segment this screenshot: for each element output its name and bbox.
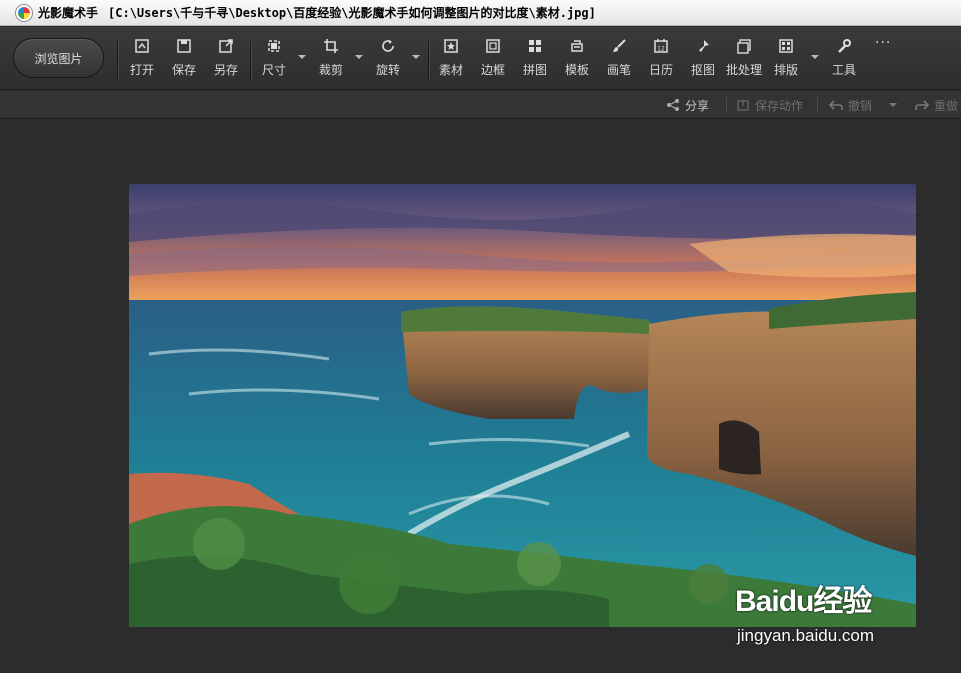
rotate-dropdown-arrow[interactable]	[412, 55, 420, 59]
resize-button[interactable]: 尺寸	[262, 37, 286, 83]
save-button[interactable]: 保存	[172, 37, 196, 83]
wrench-icon	[835, 37, 853, 55]
resize-dropdown-arrow[interactable]	[298, 55, 306, 59]
layout-dropdown-arrow[interactable]	[811, 55, 819, 59]
undo-button[interactable]: 撤销	[829, 91, 872, 119]
baidu-jingyan-watermark: Baidu经验 jingyan.baidu.com	[735, 570, 925, 650]
share-button[interactable]: 分享	[666, 91, 709, 119]
calendar-day-text: 12	[657, 46, 665, 53]
share-label: 分享	[685, 98, 710, 113]
main-toolbar: 浏览图片 打开 保存 另存 尺寸 裁剪 旋转 素材 边框 拼图 模板 画笔 12…	[0, 27, 961, 97]
cutout-button[interactable]: 抠图	[691, 37, 715, 83]
save-label: 保存	[172, 63, 197, 77]
material-label: 素材	[439, 63, 464, 77]
border-label: 边框	[481, 63, 506, 77]
collage-button[interactable]: 拼图	[523, 37, 547, 83]
save-action-button[interactable]: 保存动作	[736, 91, 803, 119]
resize-label: 尺寸	[262, 63, 287, 77]
calendar-button[interactable]: 12 日历	[649, 37, 673, 83]
share-icon	[667, 99, 679, 111]
rotate-icon	[379, 37, 397, 55]
template-icon	[568, 37, 586, 55]
baidu-logo-du: du	[778, 585, 815, 618]
batch-button[interactable]: 批处理	[726, 37, 762, 83]
coastal-cliffs-photo	[129, 184, 916, 627]
rotate-label: 旋转	[376, 63, 401, 77]
window-title-app: 光影魔术手	[38, 6, 99, 20]
template-button[interactable]: 模板	[565, 37, 589, 83]
photo-preview[interactable]	[129, 184, 916, 627]
open-icon	[133, 37, 151, 55]
layout-label: 排版	[774, 63, 799, 77]
tools-button[interactable]: 工具	[832, 37, 856, 83]
baidu-logo-bai: Bai	[735, 585, 780, 618]
redo-label: 重做	[934, 98, 959, 113]
save-action-label: 保存动作	[755, 98, 804, 113]
save-as-icon	[217, 37, 235, 55]
open-button[interactable]: 打开	[130, 37, 154, 83]
window-title-path: [C:\Users\千与千寻\Desktop\百度经验\光影魔术手如何调整图片的…	[108, 6, 596, 20]
brush-label: 画笔	[607, 63, 632, 77]
toolbar-divider	[250, 41, 251, 81]
undo-icon	[829, 100, 843, 110]
collage-label: 拼图	[523, 63, 548, 77]
baidu-logo: Baidu经验	[735, 576, 872, 620]
redo-icon	[915, 100, 929, 110]
save-action-icon	[737, 100, 749, 111]
crop-label: 裁剪	[319, 63, 344, 77]
toolbar-divider	[428, 41, 429, 81]
brush-button[interactable]: 画笔	[607, 37, 631, 83]
undo-dropdown-arrow[interactable]	[889, 103, 897, 107]
toolbar-divider	[117, 41, 118, 81]
action-divider	[817, 97, 818, 113]
save-as-label: 另存	[214, 63, 239, 77]
calendar-icon: 12	[652, 37, 670, 55]
action-divider	[726, 97, 727, 113]
tools-label: 工具	[832, 63, 857, 77]
more-button[interactable]: ···	[875, 35, 891, 81]
browse-images-button[interactable]: 浏览图片	[13, 38, 104, 78]
watermark-url: jingyan.baidu.com	[737, 626, 875, 645]
app-logo-icon	[16, 4, 32, 21]
rotate-button[interactable]: 旋转	[376, 37, 400, 83]
border-icon	[484, 37, 502, 55]
calendar-label: 日历	[649, 63, 674, 77]
collage-icon	[526, 37, 544, 55]
title-bar: 光影魔术手 [C:\Users\千与千寻\Desktop\百度经验\光影魔术手如…	[0, 0, 961, 26]
batch-icon	[735, 37, 753, 55]
material-button[interactable]: 素材	[439, 37, 463, 83]
border-button[interactable]: 边框	[481, 37, 505, 83]
layout-icon	[777, 37, 795, 55]
baidu-logo-jingyan: 经验	[813, 585, 872, 618]
resize-icon	[265, 37, 283, 55]
batch-label: 批处理	[726, 63, 763, 77]
cutout-label: 抠图	[691, 63, 716, 77]
layout-button[interactable]: 排版	[774, 37, 798, 83]
crop-icon	[322, 37, 340, 55]
template-label: 模板	[565, 63, 590, 77]
open-label: 打开	[130, 63, 155, 77]
redo-button[interactable]: 重做	[915, 91, 958, 119]
cutout-icon	[694, 37, 712, 55]
crop-button[interactable]: 裁剪	[319, 37, 343, 83]
brush-icon	[610, 37, 628, 55]
save-as-button[interactable]: 另存	[214, 37, 238, 83]
undo-label: 撤销	[848, 98, 873, 113]
crop-dropdown-arrow[interactable]	[355, 55, 363, 59]
action-bar: 分享 保存动作 撤销 重做	[0, 91, 961, 119]
save-icon	[175, 37, 193, 55]
material-icon	[442, 37, 460, 55]
